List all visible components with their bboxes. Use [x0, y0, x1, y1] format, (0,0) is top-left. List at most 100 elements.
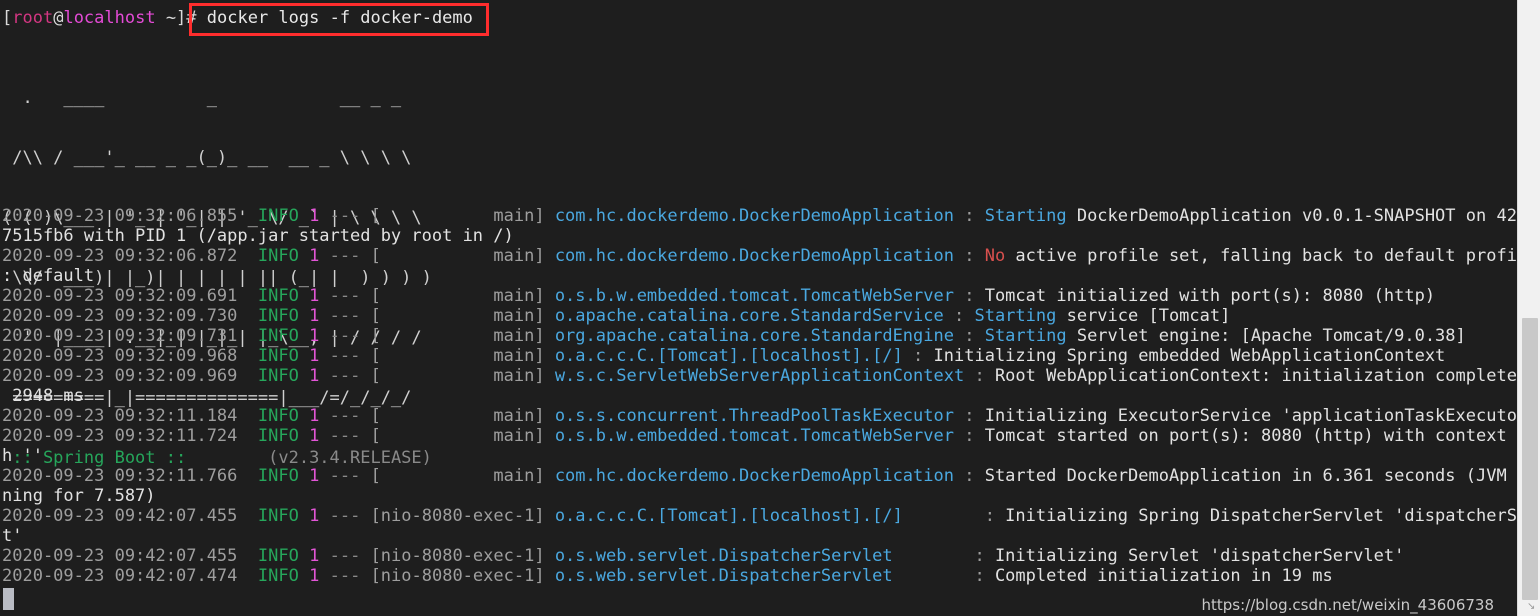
log-message-wrap: : default [2, 266, 95, 286]
log-gap [299, 466, 309, 486]
prompt-sigil: # [186, 8, 197, 28]
log-line: 2020-09-23 09:32:06.872 INFO 1 --- [ mai… [2, 246, 1518, 266]
banner-art-line: . ____ _ __ _ _ [2, 88, 402, 108]
log-timestamp: 2020-09-23 09:32:09.730 [2, 306, 238, 326]
log-gap [360, 426, 370, 446]
log-logger: o.s.s.concurrent.ThreadPoolTaskExecutor [554, 406, 965, 426]
log-timestamp: 2020-09-23 09:32:06.872 [2, 246, 238, 266]
terminal-window[interactable]: [root@localhost ~]# docker logs -f docke… [0, 0, 1518, 616]
log-level: INFO [257, 366, 299, 386]
log-message-tail: active profile set, falling back to defa… [1005, 246, 1518, 266]
log-gap [299, 546, 309, 566]
log-separator: --- [329, 566, 361, 586]
log-gap [319, 246, 329, 266]
log-timestamp: 2020-09-23 09:42:07.455 [2, 506, 238, 526]
log-gap [299, 366, 309, 386]
log-gap [319, 566, 329, 586]
log-gap [360, 286, 370, 306]
log-message-tail: initialization in 19 ms [1087, 566, 1333, 586]
log-gap [299, 506, 309, 526]
log-gap [237, 426, 257, 446]
log-level: INFO [257, 326, 299, 346]
log-gap [319, 366, 329, 386]
log-gap [319, 406, 329, 426]
log-colon: : [974, 566, 995, 586]
log-colon: : [964, 466, 985, 486]
log-pid: 1 [309, 506, 320, 526]
log-thread: [ main] [370, 346, 545, 366]
log-thread: [ main] [370, 286, 545, 306]
scrollbar-thumb[interactable] [1522, 318, 1538, 600]
log-message-tail: DockerDemoApplication in 6.361 seconds (… [1056, 466, 1518, 486]
log-level: INFO [257, 426, 299, 446]
page-scrollbar[interactable]: ↘ [1517, 0, 1540, 616]
log-gap [545, 506, 555, 526]
log-gap [237, 406, 257, 426]
log-logger: o.s.b.w.embedded.tomcat.TomcatWebServer [554, 286, 965, 306]
log-message-head: No [984, 246, 1006, 266]
log-line: 2020-09-23 09:32:09.968 INFO 1 --- [ mai… [2, 346, 1518, 366]
log-thread: [ main] [370, 366, 545, 386]
log-separator: --- [329, 506, 361, 526]
log-gap [360, 546, 370, 566]
log-gap [237, 346, 257, 366]
log-timestamp: 2020-09-23 09:32:11.766 [2, 466, 238, 486]
log-pid: 1 [309, 546, 320, 566]
log-gap [545, 366, 555, 386]
log-colon: : [964, 206, 985, 226]
log-gap [360, 346, 370, 366]
log-message-wrap: 7515fb6 with PID 1 (/app.jar started by … [2, 226, 514, 246]
log-line: 2020-09-23 09:32:09.731 INFO 1 --- [ mai… [2, 326, 1518, 346]
log-logger: o.a.c.c.C.[Tomcat].[localhost].[/] [554, 506, 985, 526]
shell-prompt-line: [root@localhost ~]# docker logs -f docke… [2, 8, 473, 28]
typed-command[interactable]: docker logs -f docker-demo [197, 8, 473, 28]
log-thread: [ main] [370, 466, 545, 486]
log-thread: [ main] [370, 326, 545, 346]
log-separator: --- [329, 426, 361, 446]
log-colon: : [964, 326, 985, 346]
log-timestamp: 2020-09-23 09:32:09.731 [2, 326, 238, 346]
log-gap [360, 326, 370, 346]
log-message-wrap: t' [2, 526, 23, 546]
log-line: 2020-09-23 09:32:11.766 INFO 1 --- [ mai… [2, 466, 1518, 486]
log-gap [545, 546, 555, 566]
log-level: INFO [257, 286, 299, 306]
log-colon: : [964, 426, 985, 446]
log-thread: [ main] [370, 206, 545, 226]
log-message-tail: Spring embedded WebApplicationContext [1056, 346, 1446, 366]
watermark-url: https://blog.csdn.net/weixin_43606738 [1201, 596, 1494, 614]
log-timestamp: 2020-09-23 09:32:09.968 [2, 346, 238, 366]
log-separator: --- [329, 346, 361, 366]
log-thread: [ main] [370, 246, 545, 266]
log-message-head: Initializing [984, 406, 1108, 426]
log-gap [545, 406, 555, 426]
log-gap [237, 466, 257, 486]
log-logger: o.apache.catalina.core.StandardService [554, 306, 954, 326]
log-logger: w.s.c.ServletWebServerApplicationContext [554, 366, 975, 386]
log-gap [360, 306, 370, 326]
log-message-tail: Servlet 'dispatcherServlet' [1117, 546, 1405, 566]
log-gap [299, 246, 309, 266]
log-thread: [ main] [370, 426, 545, 446]
log-line: 2020-09-23 09:32:11.724 INFO 1 --- [ mai… [2, 426, 1518, 446]
prompt-at-sign: @ [53, 8, 64, 28]
log-message-head: Initializing [994, 546, 1118, 566]
log-level: INFO [257, 206, 299, 226]
resize-corner-icon: ↘ [1527, 601, 1536, 612]
log-timestamp: 2020-09-23 09:32:09.969 [2, 366, 238, 386]
log-level: INFO [257, 306, 299, 326]
log-message-head: Starting [974, 306, 1057, 326]
log-separator: --- [329, 466, 361, 486]
log-gap [360, 566, 370, 586]
log-level: INFO [257, 346, 299, 366]
log-gap [319, 286, 329, 306]
log-gap [545, 566, 555, 586]
log-logger: com.hc.dockerdemo.DockerDemoApplication [554, 466, 965, 486]
log-logger: org.apache.catalina.core.StandardEngine [554, 326, 965, 346]
log-colon: : [964, 286, 985, 306]
log-timestamp: 2020-09-23 09:42:07.455 [2, 546, 238, 566]
log-message-tail: Spring DispatcherServlet 'dispatcherServ… [1138, 506, 1518, 526]
log-line-wrap: 7515fb6 with PID 1 (/app.jar started by … [2, 226, 1518, 246]
log-gap [545, 346, 555, 366]
log-message-tail: started on port(s): 8080 (http) with con… [1046, 426, 1518, 446]
